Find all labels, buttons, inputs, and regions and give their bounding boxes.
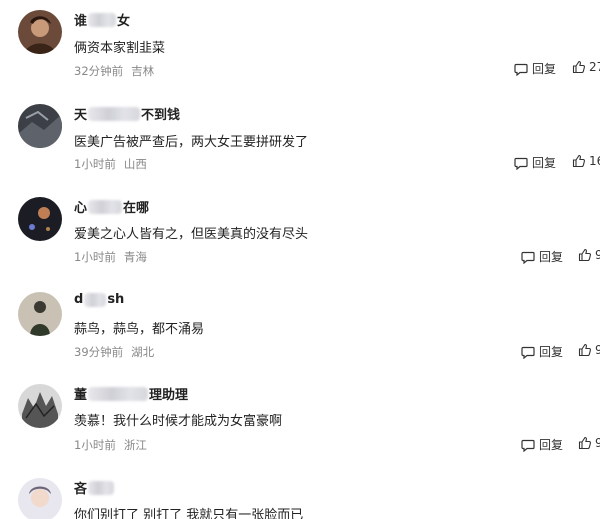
thumbs-up-icon [578, 436, 591, 450]
comment-item: 吝 你们别打了 别打了 我就只有一张脸而已 [0, 472, 600, 519]
username[interactable]: 天不到钱 [74, 104, 180, 123]
comment-text: 羡慕！我什么时候才能成为女富豪啊 [74, 414, 283, 429]
comment-text: 蒜鸟，蒜鸟，都不涌易 [74, 322, 205, 337]
like-button[interactable]: 9 [578, 436, 600, 450]
thumbs-up-icon [578, 248, 591, 262]
comment-meta: 1小时前 浙江 [74, 437, 147, 453]
comment-icon [514, 157, 528, 170]
comment-item: 心在哪 爱美之心人皆有之，但医美真的没有尽头 1小时前 青海 回复 9 [0, 192, 600, 288]
like-button[interactable]: 27 [572, 60, 600, 74]
thumbs-up-icon [572, 60, 585, 74]
comment-region: 浙江 [123, 438, 147, 452]
reply-button[interactable]: 回复 [521, 248, 563, 265]
thumbs-up-icon [572, 154, 585, 168]
username[interactable]: d sh [74, 292, 124, 307]
reply-button[interactable]: 回复 [521, 343, 563, 360]
comment-region: 青海 [123, 250, 147, 264]
comment-icon [514, 63, 528, 76]
like-button[interactable]: 16 [572, 154, 600, 168]
comment-item: d sh 蒜鸟，蒜鸟，都不涌易 39分钟前 湖北 回复 9 [0, 288, 600, 380]
comment-time: 39分钟前 [74, 345, 124, 359]
username[interactable]: 心在哪 [74, 197, 149, 216]
comment-item: 董理助理 羡慕！我什么时候才能成为女富豪啊 1小时前 浙江 回复 9 [0, 380, 600, 472]
comment-meta: 32分钟前 吉林 [74, 63, 154, 79]
comment-meta: 1小时前 山西 [74, 156, 147, 172]
avatar[interactable] [18, 104, 62, 148]
comment-time: 32分钟前 [74, 64, 124, 78]
username[interactable]: 董理助理 [74, 384, 188, 403]
comment-time: 1小时前 [74, 438, 116, 452]
username[interactable]: 谁女 [74, 10, 130, 29]
comment-icon [521, 251, 535, 264]
avatar[interactable] [18, 384, 62, 428]
comment-text: 医美广告被严查后，两大女王要拼研发了 [74, 135, 309, 150]
reply-button[interactable]: 回复 [514, 154, 556, 171]
comment-region: 湖北 [131, 345, 155, 359]
comment-text: 爱美之心人皆有之，但医美真的没有尽头 [74, 227, 309, 242]
comment-text: 俩资本家割韭菜 [74, 41, 166, 56]
comment-icon [521, 346, 535, 359]
like-button[interactable]: 9 [578, 343, 600, 357]
username[interactable]: 吝 [74, 478, 115, 497]
reply-button[interactable]: 回复 [514, 60, 556, 77]
comment-region: 山西 [123, 157, 147, 171]
avatar[interactable] [18, 197, 62, 241]
comment-text: 你们别打了 别打了 我就只有一张脸而已 [74, 508, 304, 519]
like-button[interactable]: 9 [578, 248, 600, 262]
comment-meta: 39分钟前 湖北 [74, 344, 154, 360]
avatar[interactable] [18, 10, 62, 54]
comment-meta: 1小时前 青海 [74, 249, 147, 265]
comment-region: 吉林 [131, 64, 155, 78]
comment-item: 天不到钱 医美广告被严查后，两大女王要拼研发了 1小时前山西 回复 16 [0, 96, 600, 192]
reply-button[interactable]: 回复 [521, 436, 563, 453]
avatar[interactable] [18, 292, 62, 336]
comment-time: 1小时前 [74, 157, 116, 171]
comment-item: 谁女 俩资本家割韭菜 32分钟前吉林 回复 27 [0, 0, 600, 96]
thumbs-up-icon [578, 343, 591, 357]
comment-time: 1小时前 [74, 250, 116, 264]
avatar[interactable] [18, 478, 62, 519]
comment-icon [521, 439, 535, 452]
